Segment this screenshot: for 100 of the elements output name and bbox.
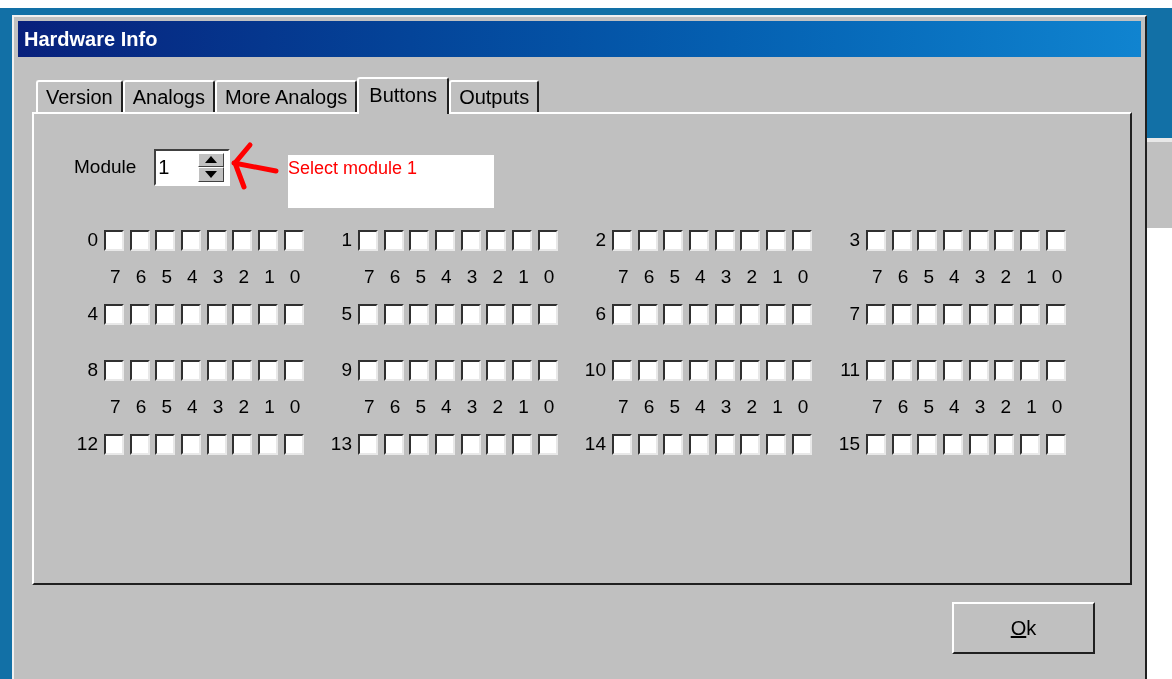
checkbox[interactable] [283, 359, 304, 381]
checkbox[interactable] [740, 359, 761, 381]
module-spinner[interactable]: 1 [154, 148, 231, 186]
checkbox[interactable] [1020, 433, 1041, 455]
checkbox[interactable] [537, 303, 558, 325]
checkbox[interactable] [740, 303, 761, 325]
checkbox[interactable] [155, 359, 176, 381]
tab[interactable]: Version [36, 80, 123, 112]
checkbox[interactable] [714, 359, 735, 381]
checkbox[interactable] [409, 229, 430, 251]
checkbox[interactable] [689, 229, 710, 251]
checkbox[interactable] [460, 229, 481, 251]
checkbox[interactable] [409, 359, 430, 381]
checkbox[interactable] [612, 229, 632, 251]
checkbox[interactable] [258, 433, 279, 455]
checkbox[interactable] [866, 229, 886, 251]
checkbox[interactable] [537, 229, 558, 251]
checkbox[interactable] [155, 303, 176, 325]
checkbox[interactable] [637, 303, 658, 325]
checkbox[interactable] [994, 433, 1015, 455]
checkbox[interactable] [714, 229, 735, 251]
checkbox[interactable] [791, 359, 812, 381]
checkbox[interactable] [512, 433, 533, 455]
checkbox[interactable] [891, 359, 912, 381]
checkbox[interactable] [968, 359, 989, 381]
checkbox[interactable] [435, 229, 456, 251]
checkbox[interactable] [383, 433, 404, 455]
checkbox[interactable] [1045, 433, 1066, 455]
checkbox[interactable] [512, 229, 533, 251]
checkbox[interactable] [766, 303, 787, 325]
checkbox[interactable] [358, 359, 378, 381]
checkbox[interactable] [232, 229, 253, 251]
checkbox[interactable] [689, 303, 710, 325]
checkbox[interactable] [283, 229, 304, 251]
checkbox[interactable] [891, 229, 912, 251]
checkbox[interactable] [791, 303, 812, 325]
checkbox[interactable] [409, 303, 430, 325]
checkbox[interactable] [206, 303, 227, 325]
checkbox[interactable] [181, 359, 202, 381]
checkbox[interactable] [104, 303, 124, 325]
checkbox[interactable] [1020, 229, 1041, 251]
checkbox[interactable] [1045, 303, 1066, 325]
checkbox[interactable] [689, 359, 710, 381]
checkbox[interactable] [486, 229, 507, 251]
tab[interactable]: Buttons [357, 77, 450, 114]
checkbox[interactable] [766, 433, 787, 455]
checkbox[interactable] [740, 433, 761, 455]
checkbox[interactable] [104, 229, 124, 251]
tab[interactable]: More Analogs [215, 80, 358, 112]
checkbox[interactable] [358, 433, 378, 455]
checkbox[interactable] [129, 359, 150, 381]
checkbox[interactable] [1045, 229, 1066, 251]
checkbox[interactable] [258, 303, 279, 325]
checkbox[interactable] [258, 359, 279, 381]
checkbox[interactable] [104, 433, 124, 455]
checkbox[interactable] [512, 303, 533, 325]
checkbox[interactable] [283, 303, 304, 325]
checkbox[interactable] [129, 303, 150, 325]
checkbox[interactable] [358, 303, 378, 325]
checkbox[interactable] [663, 433, 684, 455]
checkbox[interactable] [232, 433, 253, 455]
checkbox[interactable] [537, 359, 558, 381]
checkbox[interactable] [637, 359, 658, 381]
checkbox[interactable] [663, 303, 684, 325]
checkbox[interactable] [258, 229, 279, 251]
checkbox[interactable] [409, 433, 430, 455]
checkbox[interactable] [181, 229, 202, 251]
checkbox[interactable] [1020, 303, 1041, 325]
checkbox[interactable] [383, 303, 404, 325]
checkbox[interactable] [637, 433, 658, 455]
checkbox[interactable] [486, 303, 507, 325]
checkbox[interactable] [486, 433, 507, 455]
checkbox[interactable] [637, 229, 658, 251]
checkbox[interactable] [283, 433, 304, 455]
checkbox[interactable] [435, 433, 456, 455]
checkbox[interactable] [968, 303, 989, 325]
checkbox[interactable] [891, 303, 912, 325]
checkbox[interactable] [917, 433, 938, 455]
checkbox[interactable] [968, 433, 989, 455]
spin-up-icon[interactable] [198, 152, 225, 167]
checkbox[interactable] [740, 229, 761, 251]
spin-down-icon[interactable] [198, 167, 225, 182]
checkbox[interactable] [486, 359, 507, 381]
checkbox[interactable] [766, 359, 787, 381]
checkbox[interactable] [1045, 359, 1066, 381]
tab[interactable]: Outputs [449, 80, 540, 112]
checkbox[interactable] [943, 433, 964, 455]
checkbox[interactable] [129, 433, 150, 455]
checkbox[interactable] [383, 229, 404, 251]
checkbox[interactable] [766, 229, 787, 251]
checkbox[interactable] [206, 359, 227, 381]
checkbox[interactable] [943, 303, 964, 325]
checkbox[interactable] [866, 303, 886, 325]
checkbox[interactable] [968, 229, 989, 251]
checkbox[interactable] [129, 229, 150, 251]
checkbox[interactable] [460, 359, 481, 381]
checkbox[interactable] [206, 229, 227, 251]
checkbox[interactable] [232, 359, 253, 381]
checkbox[interactable] [994, 303, 1015, 325]
checkbox[interactable] [994, 229, 1015, 251]
